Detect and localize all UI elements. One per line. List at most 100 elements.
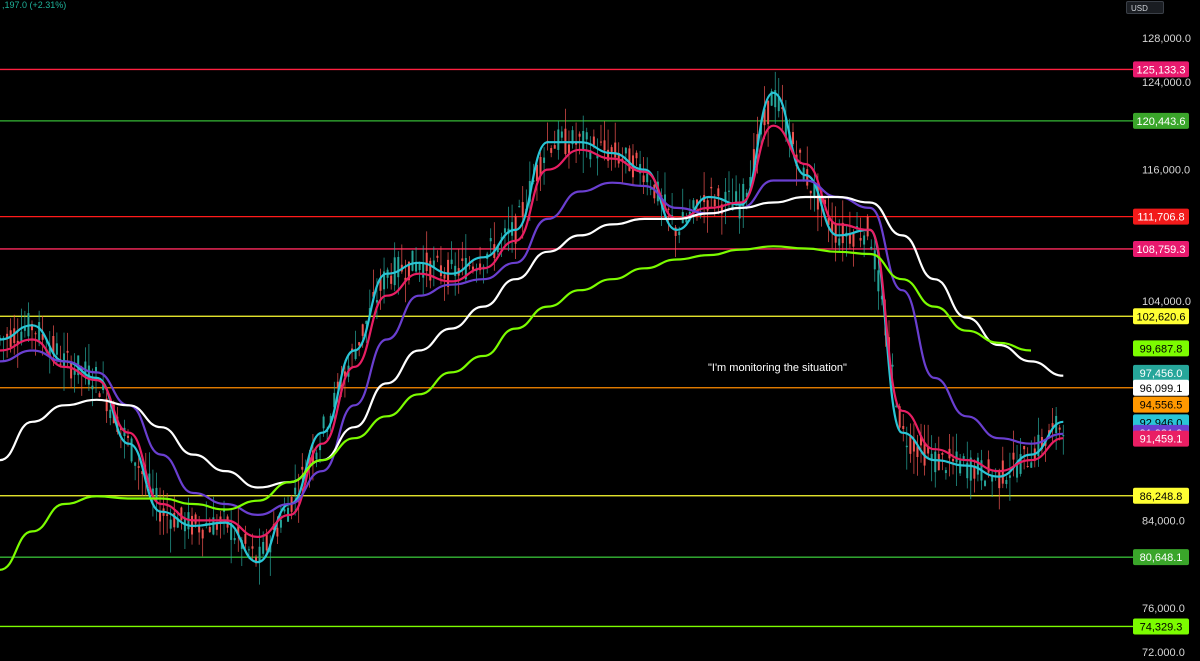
candle-body — [991, 476, 994, 482]
candle-body — [425, 252, 428, 272]
candle-body — [301, 466, 304, 470]
candle-body — [859, 237, 862, 241]
price-badge-label: 111,706.8 — [1137, 212, 1184, 224]
candle-body — [1005, 479, 1008, 485]
candle-body — [518, 206, 521, 208]
candle-body — [503, 228, 506, 233]
price-badge-label: 94,556.5 — [1140, 400, 1183, 412]
candle-body — [521, 202, 524, 217]
candle-body — [930, 453, 933, 460]
candle-body — [20, 331, 23, 341]
candle-body — [315, 452, 318, 460]
candle-body — [1012, 452, 1015, 460]
candle-body — [998, 470, 1001, 489]
candle-body — [610, 147, 613, 152]
candle-body — [130, 438, 133, 462]
candle-body — [799, 149, 802, 153]
candle-body — [91, 385, 94, 390]
candle-body — [390, 275, 393, 284]
candle-body — [863, 235, 866, 245]
candle-body — [1001, 460, 1004, 484]
price-chart[interactable]: 72,000.0 76,000.0 84,000.0 104,000.0 116,000… — [0, 0, 1200, 659]
candle-body — [429, 260, 432, 281]
y-tick-label: 72,000.0 — [1142, 647, 1185, 656]
candle-body — [1023, 445, 1026, 450]
annotation-text: "I'm monitoring the situation" — [708, 362, 847, 374]
candle-body — [870, 246, 873, 249]
price-badge-label: 102,620.6 — [1137, 311, 1186, 323]
candle-body — [134, 462, 137, 466]
candle-body — [852, 233, 855, 247]
candle-body — [937, 453, 940, 471]
candle-body — [436, 255, 439, 258]
candle-body — [895, 405, 898, 407]
price-badge-label: 108,759.3 — [1137, 244, 1186, 256]
price-badge-label: 99,687.8 — [1140, 343, 1183, 355]
candle-body — [418, 263, 421, 271]
candle-body — [489, 238, 492, 242]
candle-body — [1062, 435, 1065, 437]
candle-body — [55, 343, 58, 355]
candle-body — [841, 222, 844, 244]
candle-body — [642, 175, 645, 183]
candle-body — [891, 364, 894, 367]
candle-body — [806, 169, 809, 186]
candle-body — [265, 534, 268, 551]
price-badge-label: 97,456.0 — [1140, 368, 1183, 380]
candle-body — [251, 546, 254, 549]
candle-body — [208, 526, 211, 533]
candle-body — [959, 460, 962, 474]
candle-body — [397, 256, 400, 278]
y-tick-label: 128,000.0 — [1142, 33, 1191, 45]
candle-body — [838, 238, 841, 246]
candle-body — [180, 507, 183, 521]
candle-body — [411, 250, 414, 271]
candle-body — [976, 457, 979, 475]
candle-body — [599, 141, 602, 143]
candle-body — [38, 322, 41, 341]
candle-body — [1008, 475, 1011, 478]
candle-body — [678, 231, 681, 236]
candle-body — [984, 480, 987, 486]
price-change-text: ,197.0 (+2.31%) — [2, 0, 67, 10]
candle-body — [84, 361, 87, 374]
y-tick-label: 84,000.0 — [1142, 515, 1185, 527]
y-tick-label: 104,000.0 — [1142, 296, 1191, 308]
candle-body — [137, 466, 140, 468]
candle-body — [166, 514, 169, 516]
candle-body — [614, 142, 617, 158]
candle-body — [59, 363, 62, 365]
price-badge-label: 120,443.6 — [1137, 116, 1186, 128]
chart-canvas[interactable]: 72,000.0 76,000.0 84,000.0 104,000.0 116,000… — [0, 0, 1200, 659]
candle-body — [450, 259, 453, 265]
candle-body — [635, 152, 638, 159]
candle-body — [279, 519, 282, 528]
candle-body — [258, 546, 261, 563]
candle-body — [866, 216, 869, 237]
y-tick-label: 124,000.0 — [1142, 77, 1191, 89]
candle-body — [194, 514, 197, 524]
candle-body — [422, 262, 425, 278]
candle-body — [952, 458, 955, 462]
candle-body — [809, 190, 812, 194]
price-badge-label: 80,648.1 — [1140, 552, 1183, 564]
price-badge-label: 86,248.8 — [1140, 491, 1183, 503]
candle-body — [557, 129, 560, 150]
candle-body — [247, 549, 250, 551]
candle-body — [1016, 464, 1019, 478]
candle-body — [443, 274, 446, 279]
candle-body — [1058, 427, 1061, 430]
candle-body — [727, 190, 730, 192]
currency-select[interactable]: USD — [1126, 1, 1164, 14]
y-tick-label: 116,000.0 — [1142, 165, 1190, 177]
candle-body — [109, 409, 112, 419]
candle-body — [905, 445, 908, 448]
candle-body — [127, 435, 130, 438]
candle-body — [34, 333, 37, 335]
candle-body — [1030, 462, 1033, 468]
candle-body — [543, 157, 546, 163]
candle-body — [201, 529, 204, 539]
candle-body — [70, 363, 73, 379]
price-badge-label: 91,459.1 — [1140, 434, 1183, 446]
candle-body — [9, 330, 12, 347]
